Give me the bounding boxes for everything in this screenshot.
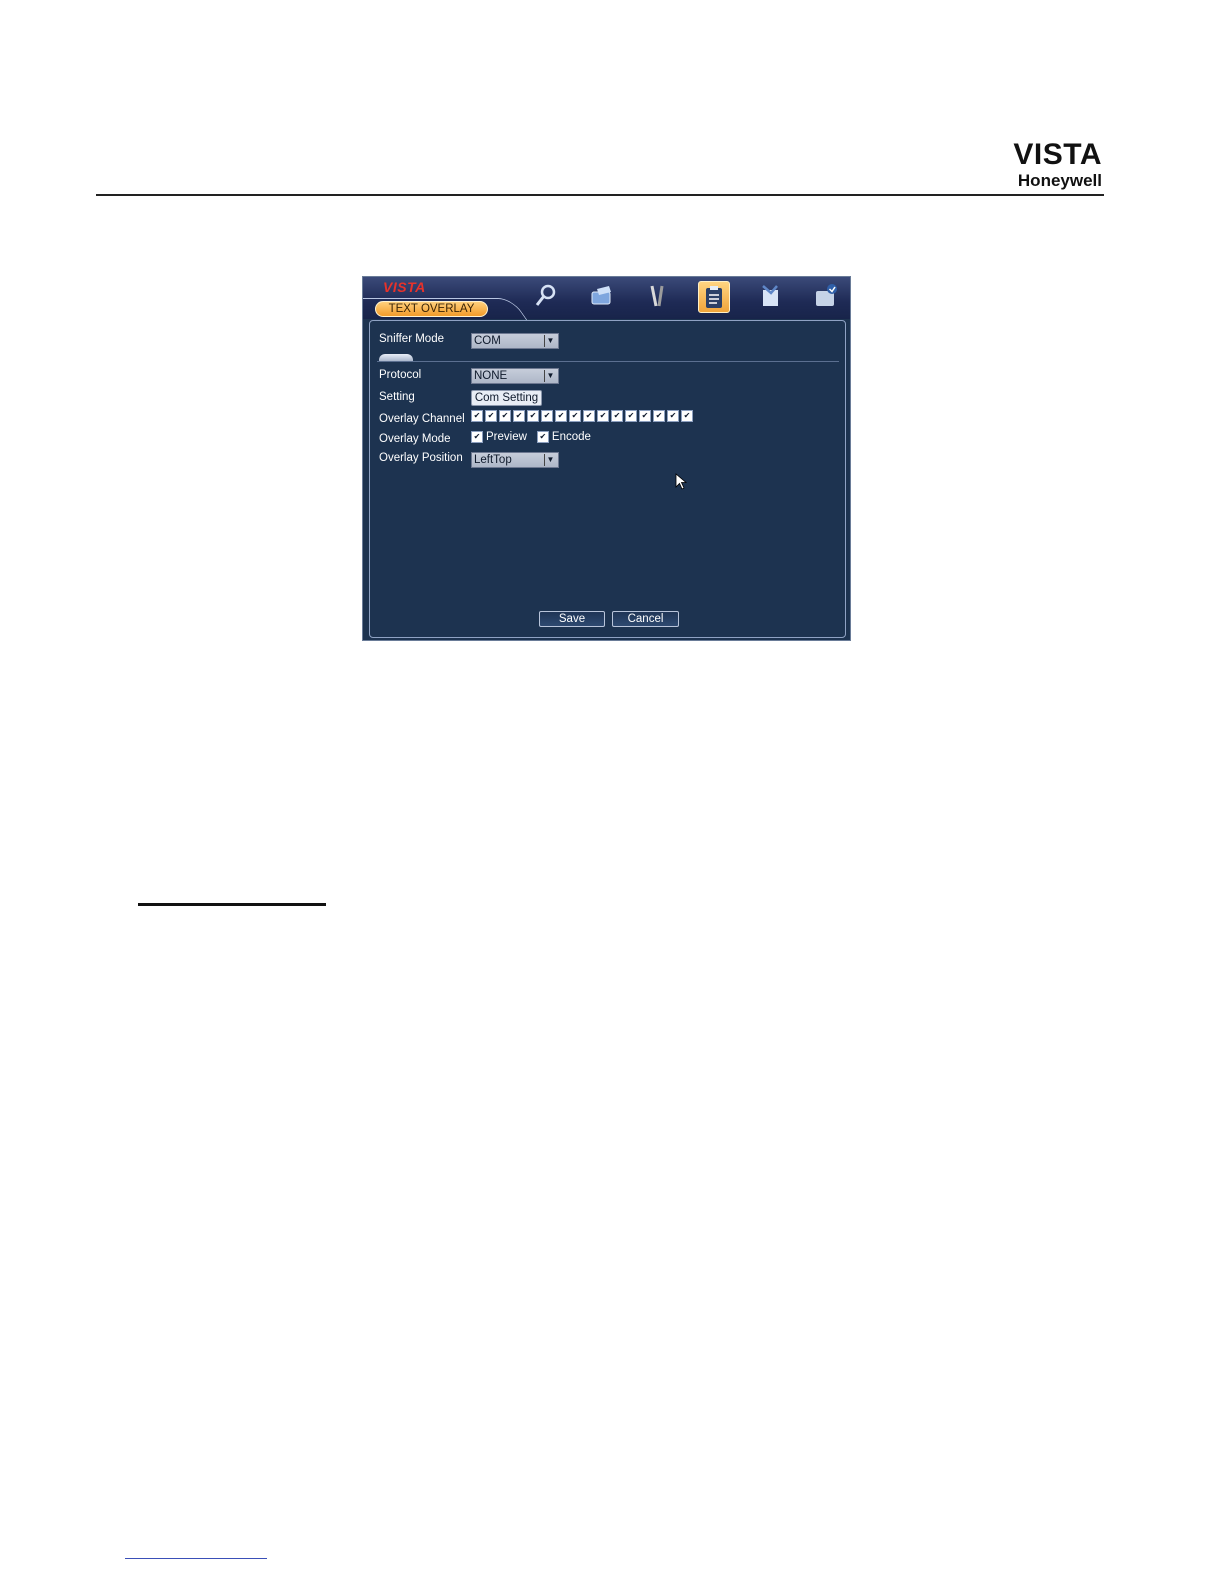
encode-checkbox[interactable]: ✔ [536, 431, 549, 443]
channel-checkbox-1[interactable]: ✔ [471, 410, 483, 422]
brand-company: Honeywell [1017, 171, 1102, 190]
chevron-down-icon[interactable]: ▼ [544, 454, 556, 466]
sniffer-mode-label: Sniffer Mode [379, 333, 444, 345]
sniffer-mode-value: COM [474, 335, 501, 347]
search-icon[interactable] [531, 281, 561, 311]
overlay-mode-options: ✔ Preview ✔ Encode [471, 431, 591, 443]
overlay-mode-label: Overlay Mode [379, 433, 451, 445]
cancel-button[interactable]: Cancel [612, 611, 679, 627]
divider-tab [379, 354, 413, 361]
chevron-down-icon[interactable]: ▼ [544, 335, 556, 347]
overlay-channel-checkboxes: ✔ ✔ ✔ ✔ ✔ ✔ ✔ ✔ ✔ ✔ ✔ ✔ ✔ ✔ ✔ ✔ [471, 410, 693, 422]
preview-checkbox[interactable]: ✔ [471, 431, 483, 443]
preview-label: Preview [486, 431, 527, 443]
channel-checkbox-10[interactable]: ✔ [597, 410, 609, 422]
sniffer-mode-select[interactable]: COM ▼ [471, 333, 559, 349]
channel-checkbox-5[interactable]: ✔ [527, 410, 539, 422]
save-button[interactable]: Save [539, 611, 605, 627]
channel-checkbox-13[interactable]: ✔ [639, 410, 651, 422]
channel-checkbox-12[interactable]: ✔ [625, 410, 637, 422]
com-setting-button[interactable]: Com Setting [471, 390, 542, 406]
protocol-select[interactable]: NONE ▼ [471, 368, 559, 384]
channel-checkbox-11[interactable]: ✔ [611, 410, 623, 422]
channel-checkbox-7[interactable]: ✔ [555, 410, 567, 422]
record-icon[interactable] [587, 281, 617, 311]
section-heading-underline [138, 903, 326, 906]
window-logo: VISTA [383, 279, 426, 295]
brand-logo: VISTA Honeywell [1013, 139, 1102, 190]
mouse-pointer-icon [675, 473, 688, 490]
chevron-down-icon[interactable]: ▼ [544, 370, 556, 382]
channel-checkbox-2[interactable]: ✔ [485, 410, 497, 422]
footer-link-underline [125, 1558, 267, 1559]
section-divider [377, 361, 839, 362]
channel-checkbox-14[interactable]: ✔ [653, 410, 665, 422]
channel-checkbox-8[interactable]: ✔ [569, 410, 581, 422]
overlay-channel-label: Overlay Channel [379, 413, 465, 425]
dvr-settings-window: VISTA TEXT OVERLAY Sniffer Mode COM ▼ Pr… [362, 276, 851, 641]
channel-checkbox-15[interactable]: ✔ [667, 410, 679, 422]
overlay-position-value: LeftTop [474, 454, 512, 466]
settings-panel [369, 320, 846, 638]
backup-icon[interactable] [755, 281, 785, 311]
protocol-label: Protocol [379, 369, 422, 381]
channel-checkbox-3[interactable]: ✔ [499, 410, 511, 422]
overlay-position-select[interactable]: LeftTop ▼ [471, 452, 559, 468]
overlay-position-label: Overlay Position [379, 452, 463, 464]
disk-icon[interactable] [811, 281, 841, 311]
channel-checkbox-6[interactable]: ✔ [541, 410, 553, 422]
tab-text-overlay[interactable]: TEXT OVERLAY [375, 301, 488, 317]
setting-label: Setting [379, 391, 415, 403]
window-toolbar: VISTA TEXT OVERLAY [363, 277, 850, 321]
channel-checkbox-16[interactable]: ✔ [681, 410, 693, 422]
channel-checkbox-9[interactable]: ✔ [583, 410, 595, 422]
protocol-value: NONE [474, 370, 508, 382]
header-divider [96, 194, 1104, 196]
channel-checkbox-4[interactable]: ✔ [513, 410, 525, 422]
encode-label: Encode [551, 431, 591, 443]
tools-icon[interactable] [642, 281, 672, 311]
brand-name: VISTA [1013, 138, 1102, 171]
toolbar-icons [531, 281, 841, 315]
clipboard-icon[interactable] [697, 281, 730, 313]
